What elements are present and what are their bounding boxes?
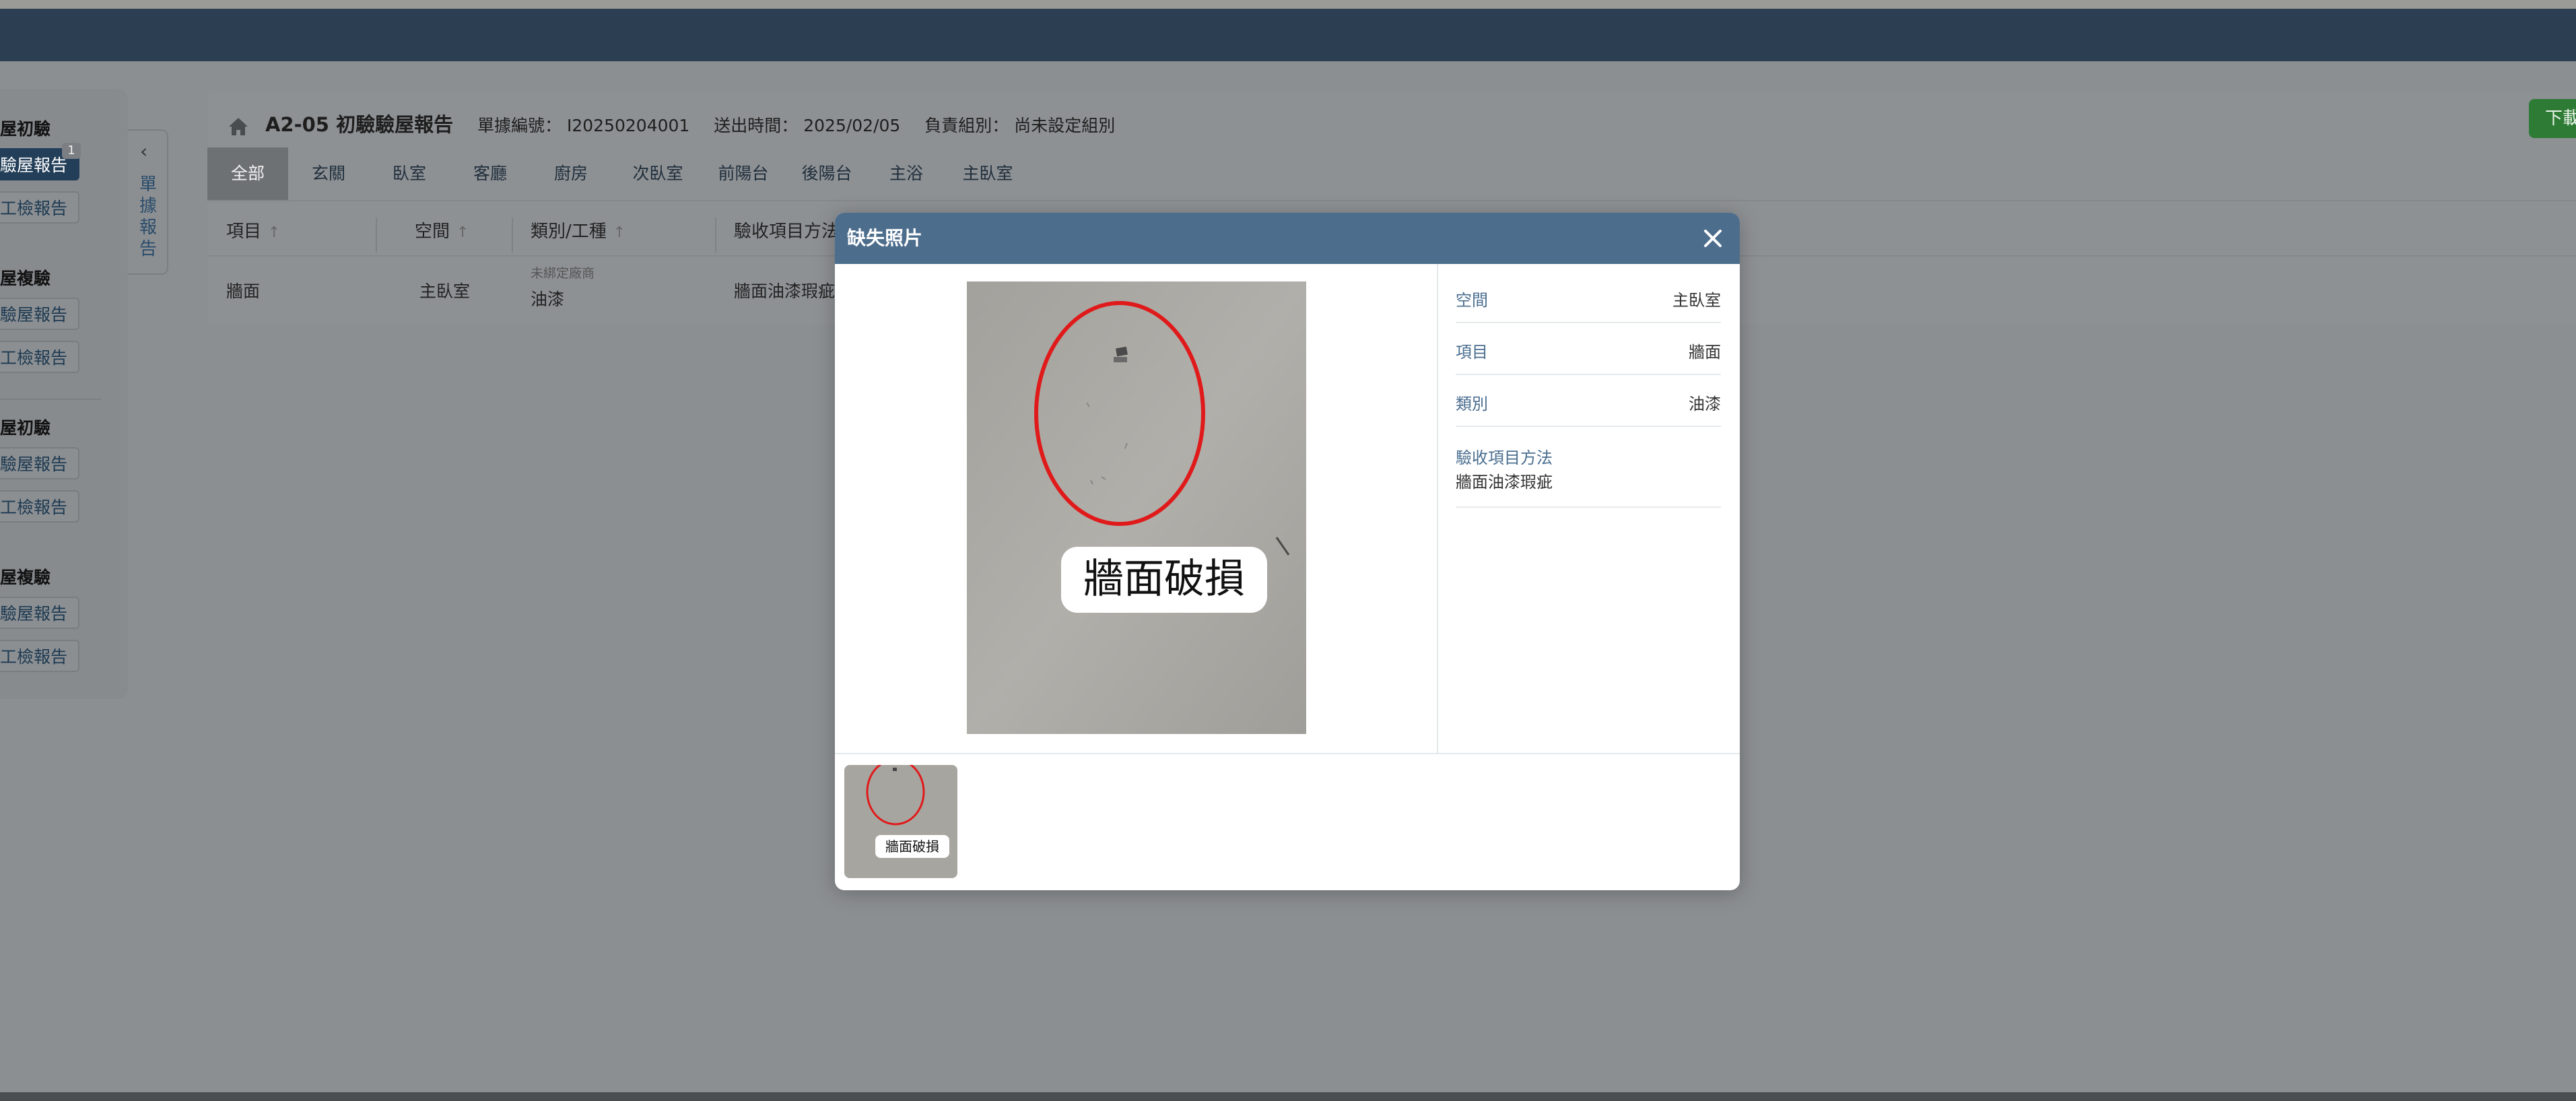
column-header-item[interactable]: 項目 ↑ [226,208,280,255]
info-row-category: 類別 油漆 [1456,374,1721,427]
column-header-label: 類別/工種 [531,222,607,242]
sidebar-item-inspection-report[interactable]: 驗屋報告 1 [0,143,81,180]
column-header-label: 驗收項目方法 [734,222,840,242]
column-header-space[interactable]: 空間 ↑ [415,208,469,255]
sidebar-group-3: 屋初驗 驗屋報告 工檢報告 [0,415,121,533]
tab-back-balcony[interactable]: 後陽台 [785,147,869,200]
sidebar-item-label: 驗屋報告 [0,455,68,474]
sidebar-item-label: 驗屋報告 [0,156,68,175]
sidebar-group-title: 屋複驗 [0,568,51,587]
column-divider [512,218,513,253]
sidebar-group-2: 屋複驗 驗屋報告 工檢報告 [0,265,121,384]
cell-method: 牆面油漆瑕疵 [734,281,836,301]
photo-caption: 牆面破損 [1083,556,1245,603]
sidebar-item-label: 工檢報告 [0,498,68,517]
info-label: 類別 [1456,395,1488,413]
sidebar-item-work-report[interactable]: 工檢報告 [0,490,79,523]
info-value: 油漆 [1689,395,1721,413]
tab-master-bath[interactable]: 主浴 [869,147,944,200]
tab-second-bedroom[interactable]: 次臥室 [614,147,702,200]
info-value: 牆面油漆瑕疵 [1456,473,1553,492]
cell-category: 油漆 [531,290,565,309]
tab-entrance[interactable]: 玄關 [288,147,369,200]
info-label: 驗收項目方法 [1456,448,1553,467]
sidebar-group-title: 屋初驗 [0,119,51,139]
cell-vendor-note: 未綁定廠商 [531,266,595,281]
sidebar-group-title: 屋初驗 [0,418,51,438]
info-row-method: 驗收項目方法 牆面油漆瑕疵 [1456,439,1721,508]
modal-header: 缺失照片 [835,213,1740,264]
sort-arrow-icon: ↑ [268,224,281,241]
tab-master-bedroom[interactable]: 主臥室 [944,147,1031,200]
info-label: 空間 [1456,291,1488,310]
close-icon[interactable] [1698,224,1728,253]
download-button[interactable]: 下載 [2529,99,2576,138]
sidebar-group-4: 屋複驗 驗屋報告 工檢報告 [0,564,121,683]
sidebar-item-work-report[interactable]: 工檢報告 [0,191,79,224]
sidebar-item-inspection-report[interactable]: 驗屋報告 [0,298,79,330]
column-divider [376,218,377,253]
tab-living-room[interactable]: 客廳 [450,147,531,200]
photo-viewer: 牆面破損 [835,264,1438,753]
defect-photo[interactable]: 牆面破損 [967,281,1306,734]
sidebar-group-title: 屋複驗 [0,269,51,288]
count-badge: 1 [62,143,81,159]
info-value: 主臥室 [1672,291,1721,310]
sent-time: 送出時間： 2025/02/05 [714,116,901,135]
window-bottom-strip [0,1092,2576,1101]
tab-bedroom[interactable]: 臥室 [369,147,450,200]
sort-arrow-icon: ↑ [613,224,626,241]
thumbnail-caption: 牆面破損 [885,838,939,855]
column-header-label: 項目 [226,222,262,242]
sidebar-item-label: 工檢報告 [0,647,68,667]
sidebar-item-work-report[interactable]: 工檢報告 [0,341,79,373]
sort-arrow-icon: ↑ [456,224,469,241]
vertical-tab-label: 單據報告 [139,174,157,259]
cell-space: 主臥室 [419,281,471,301]
page-title: A2-05 初驗驗屋報告 [265,113,454,136]
document-number: 單據編號： I20250204001 [477,116,690,135]
sidebar-item-inspection-report[interactable]: 驗屋報告 [0,597,79,629]
defect-photo-modal: 缺失照片 牆面破損 空間 主臥室 項目 牆面 類別 油漆 驗收項目方法 牆面油漆… [835,213,1740,890]
info-value: 牆面 [1689,343,1721,362]
sidebar-item-work-report[interactable]: 工檢報告 [0,640,79,672]
app-top-bar [0,9,2576,61]
sidebar: 屋初驗 驗屋報告 1 工檢報告 屋複驗 驗屋報告 工檢報告 屋初驗 驗屋報告 工… [0,89,128,699]
modal-title: 缺失照片 [847,227,923,249]
column-header-category[interactable]: 類別/工種 ↑ [531,208,625,255]
sidebar-group-1: 屋初驗 驗屋報告 1 工檢報告 [0,116,121,234]
report-header: A2-05 初驗驗屋報告 單據編號： I20250204001 送出時間： 20… [228,104,1134,145]
column-header-method[interactable]: 驗收項目方法 [734,208,839,255]
sidebar-item-label: 驗屋報告 [0,305,68,325]
sidebar-item-label: 工檢報告 [0,199,68,218]
home-icon[interactable] [228,116,249,137]
tab-front-balcony[interactable]: 前陽台 [702,147,785,200]
window-top-strip [0,0,2576,9]
defect-info-panel: 空間 主臥室 項目 牆面 類別 油漆 驗收項目方法 牆面油漆瑕疵 [1438,264,1740,753]
info-row-item: 項目 牆面 [1456,323,1721,375]
sidebar-item-label: 驗屋報告 [0,604,68,624]
sidebar-divider [0,399,101,400]
sidebar-item-label: 工檢報告 [0,348,68,368]
cell-item: 牆面 [226,281,261,301]
thumbnail-strip: 牆面破損 [835,753,1740,890]
chevron-left-icon: ‹ [140,140,148,162]
photo-thumbnail[interactable]: 牆面破損 [844,765,957,878]
column-divider [715,218,716,253]
sidebar-item-inspection-report[interactable]: 驗屋報告 [0,447,79,479]
document-report-toggle-tab[interactable]: ‹ 單據報告 [128,129,168,275]
tab-all[interactable]: 全部 [207,147,288,200]
column-header-label: 空間 [415,222,450,242]
info-label: 項目 [1456,343,1488,362]
space-tabs: 全部 玄關 臥室 客廳 廚房 次臥室 前陽台 後陽台 主浴 主臥室 [207,147,2576,201]
info-row-space: 空間 主臥室 [1456,271,1721,323]
assigned-team: 負責組別： 尚未設定組別 [924,116,1116,135]
tab-kitchen[interactable]: 廚房 [531,147,611,200]
